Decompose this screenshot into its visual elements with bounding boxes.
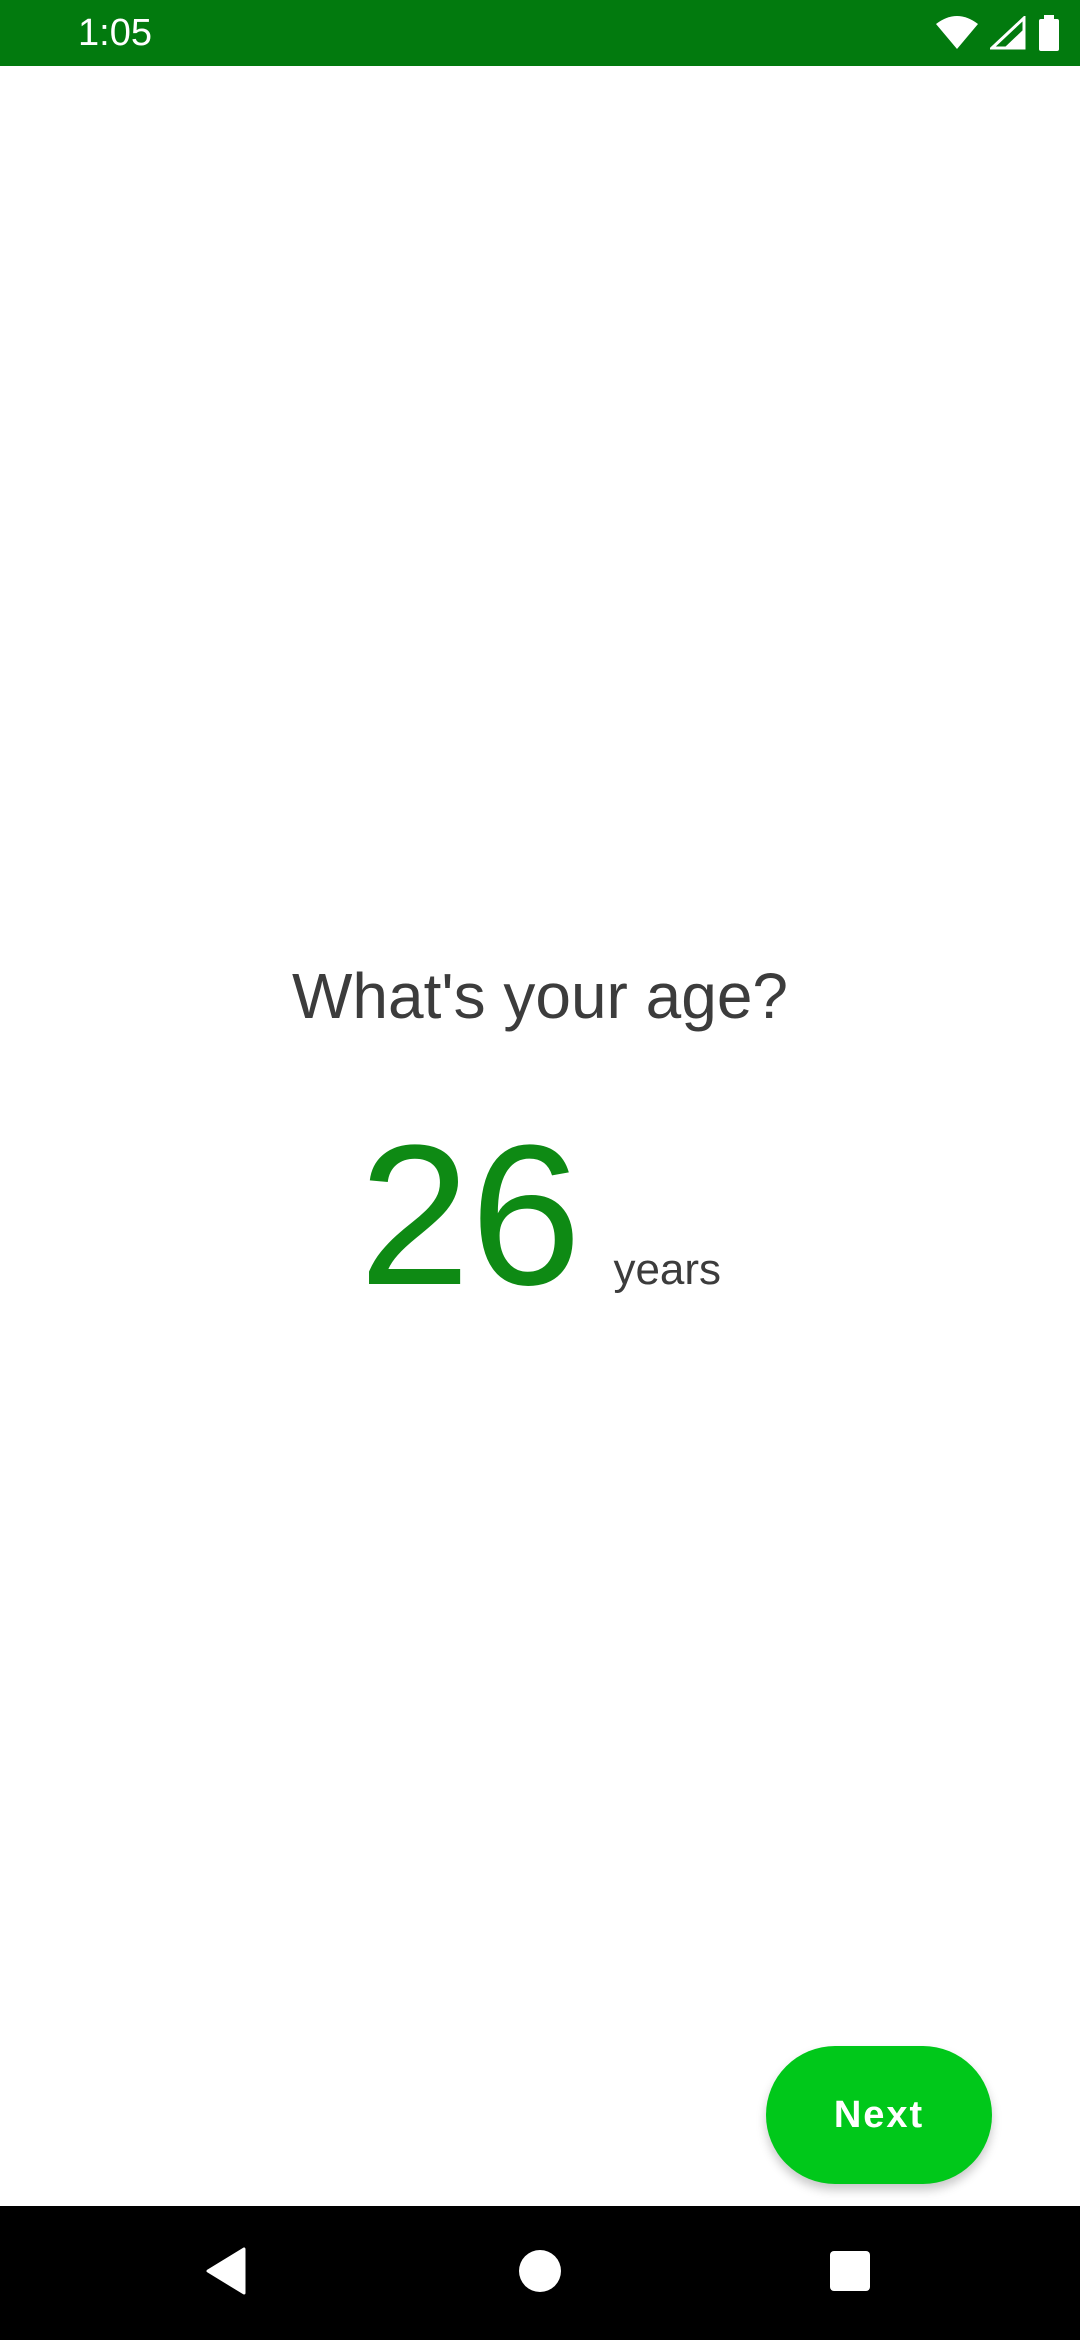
back-button[interactable] — [146, 2206, 306, 2340]
age-picker[interactable]: 26 years — [0, 1096, 1080, 1336]
navigation-bar — [0, 2206, 1080, 2340]
wifi-icon — [936, 16, 978, 50]
home-icon — [518, 2249, 562, 2298]
status-bar: 1:05 — [0, 0, 1080, 66]
next-button[interactable]: Next — [766, 2046, 992, 2184]
recents-button[interactable] — [770, 2206, 930, 2340]
battery-icon — [1038, 15, 1060, 51]
status-time: 1:05 — [78, 12, 152, 54]
back-icon — [204, 2247, 248, 2300]
age-unit-label: years — [613, 1245, 722, 1294]
age-value[interactable]: 26 — [359, 1096, 581, 1336]
cell-signal-icon — [990, 16, 1026, 50]
question-title: What's your age? — [291, 960, 789, 1032]
age-screen: What's your age? 26 years Next — [0, 66, 1080, 2206]
home-button[interactable] — [460, 2206, 620, 2340]
status-icons — [936, 14, 1060, 52]
recents-icon — [829, 2250, 871, 2297]
